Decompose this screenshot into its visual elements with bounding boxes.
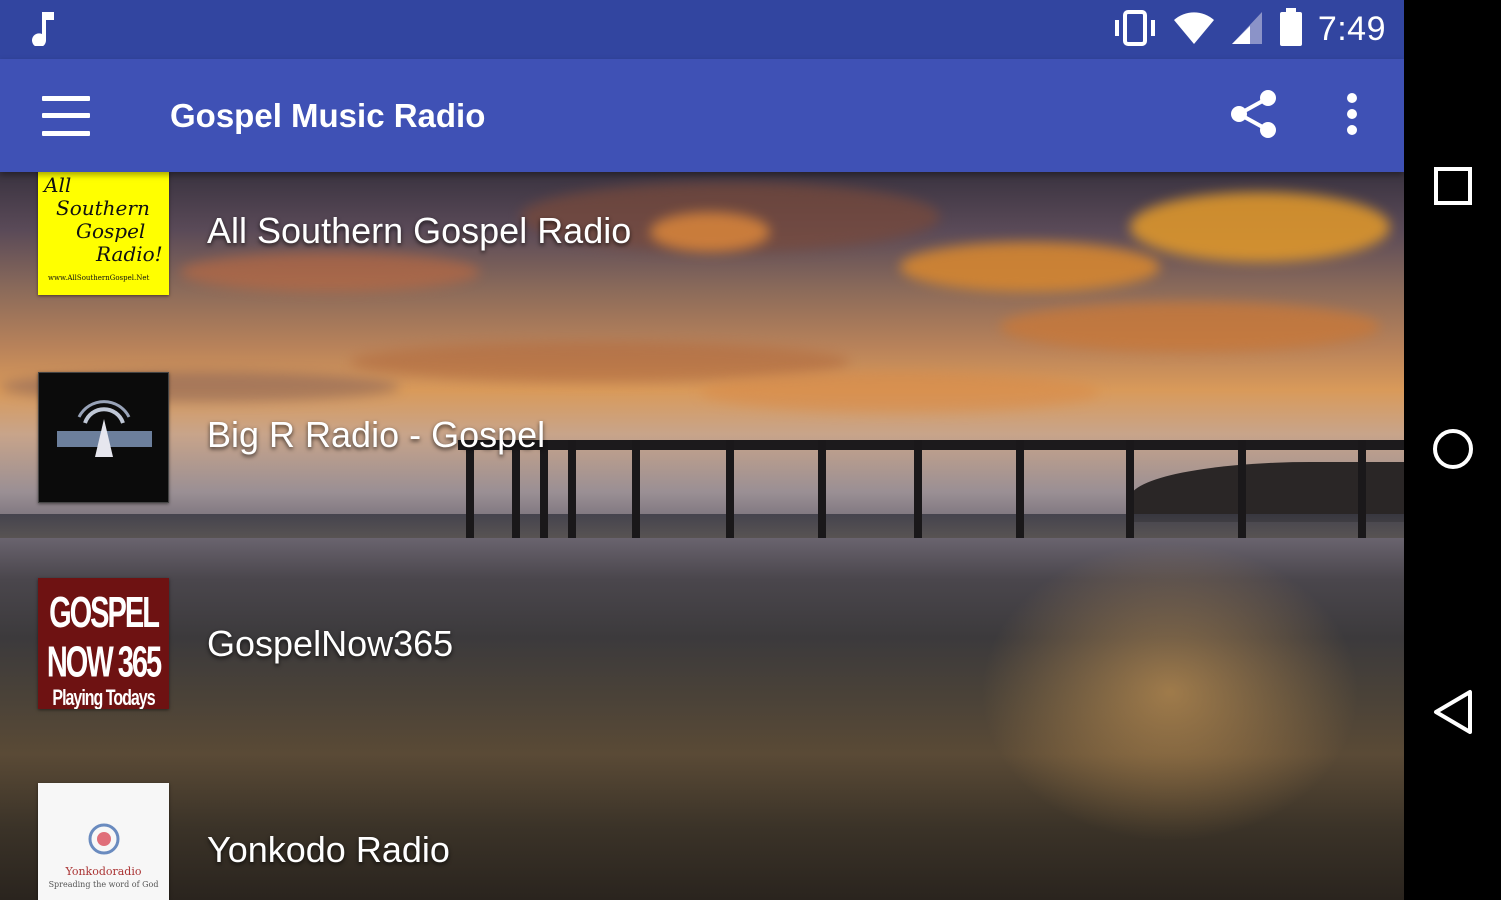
screen: 7:49 Gospel Music Radio All Southern Gos… (0, 0, 1501, 900)
music-note-icon (28, 10, 58, 50)
overflow-menu-button[interactable] (1322, 86, 1382, 146)
station-item[interactable]: Yonkodoradio Spreading the word of God Y… (0, 783, 1404, 900)
logo-text: All (44, 173, 72, 197)
status-bar: 7:49 (0, 0, 1404, 59)
menu-icon-bar (42, 95, 90, 101)
station-item[interactable]: GOSPEL NOW 365 Playing Todays Best Gospe… (0, 578, 1404, 709)
navigation-bar (1404, 0, 1501, 900)
station-item[interactable]: All Southern Gospel Radio! www.AllSouthe… (0, 172, 1404, 300)
app-bar: Gospel Music Radio (0, 59, 1404, 172)
share-button[interactable] (1224, 86, 1284, 146)
home-button[interactable] (1404, 391, 1501, 511)
station-name: Yonkodo Radio (207, 829, 450, 870)
back-button[interactable] (1404, 654, 1501, 774)
logo-text: Playing Todays Best Gospel (52, 686, 155, 709)
station-logo: All Southern Gospel Radio! www.AllSouthe… (38, 172, 169, 295)
station-name: All Southern Gospel Radio (207, 210, 632, 251)
menu-icon-bar (42, 113, 90, 118)
share-icon (1230, 89, 1278, 143)
back-icon (1432, 689, 1474, 739)
radio-tower-icon (57, 400, 152, 457)
logo-text: www.AllSouthernGospel.Net (48, 274, 150, 282)
logo-text: Southern (56, 196, 150, 220)
menu-button[interactable] (42, 95, 90, 136)
vibrate-icon (1112, 9, 1158, 50)
home-icon (1431, 427, 1475, 475)
station-name: Big R Radio - Gospel (207, 414, 546, 455)
battery-icon (1278, 7, 1304, 52)
station-logo: Yonkodoradio Spreading the word of God (38, 783, 169, 900)
recents-icon (1433, 166, 1473, 210)
station-name: GospelNow365 (207, 623, 454, 664)
recents-button[interactable] (1404, 128, 1501, 248)
station-list: All Southern Gospel Radio! www.AllSouthe… (0, 172, 1404, 900)
logo-text: Spreading the word of God (48, 880, 159, 889)
menu-icon-bar (42, 130, 90, 136)
logo-text: GOSPEL NOW 365 (46, 589, 162, 688)
more-vert-icon (1345, 92, 1359, 140)
station-item[interactable]: Big R Radio - Gospel (0, 372, 1404, 503)
station-logo: GOSPEL NOW 365 Playing Todays Best Gospe… (38, 578, 169, 709)
signal-icon (1230, 10, 1264, 50)
wifi-icon (1172, 10, 1216, 50)
station-logo (38, 372, 169, 503)
logo-text: Yonkodoradio (65, 865, 142, 878)
logo-text: Gospel (76, 219, 146, 243)
globe-icon (88, 823, 119, 855)
logo-text: Radio! (96, 242, 163, 266)
app-title: Gospel Music Radio (170, 96, 486, 134)
status-time: 7:49 (1317, 10, 1386, 48)
